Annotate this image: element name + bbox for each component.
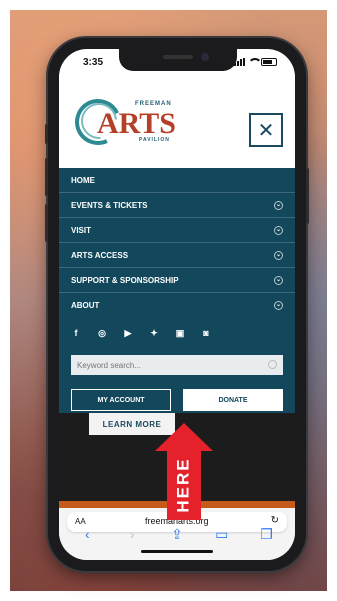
nav-menu: HOME EVENTS & TICKETS ⌄ VISIT ⌄ ARTS ACC… (59, 168, 295, 413)
nav-item-about[interactable]: ABOUT ⌄ (59, 293, 295, 318)
search-icon[interactable] (268, 360, 277, 369)
phone-screen: 3:35 FREEMAN ARTS PAVILION ✕ HOME EVENTS… (59, 49, 295, 560)
freeman-arts-logo[interactable]: FREEMAN ARTS PAVILION (68, 92, 195, 152)
logo-arts-text: ARTS (97, 107, 176, 140)
nav-item-label: SUPPORT & SPONSORSHIP (71, 276, 179, 285)
nav-item-home[interactable]: HOME (59, 168, 295, 193)
twitter-icon[interactable]: ✦ (149, 328, 159, 339)
nav-item-visit[interactable]: VISIT ⌄ (59, 218, 295, 243)
notch (119, 49, 237, 71)
tabs-icon[interactable]: ❐ (257, 526, 277, 543)
arrow-text-wrap: HERE (167, 450, 201, 520)
social-links: f ◎ ▶ ✦ ▣ ◙ (71, 328, 211, 339)
status-time: 3:35 (83, 57, 104, 68)
chevron-down-icon[interactable]: ⌄ (274, 251, 283, 260)
arrow-up-icon (155, 423, 213, 451)
nav-item-label: EVENTS & TICKETS (71, 201, 148, 210)
nav-item-label: ARTS ACCESS (71, 251, 129, 260)
logo-pavilion-text: PAVILION (139, 137, 170, 143)
search-input[interactable] (71, 355, 283, 375)
volume-down-button (45, 204, 48, 242)
forward-icon[interactable]: › (122, 526, 142, 542)
back-icon[interactable]: ‹ (77, 526, 97, 542)
youtube-icon[interactable]: ▶ (123, 328, 133, 339)
donate-button[interactable]: DONATE (183, 389, 283, 411)
chevron-down-icon[interactable]: ⌄ (274, 301, 283, 310)
nav-item-support-sponsorship[interactable]: SUPPORT & SPONSORSHIP ⌄ (59, 268, 295, 293)
home-indicator (141, 550, 213, 553)
nav-item-label: HOME (71, 176, 95, 185)
close-menu-button[interactable]: ✕ (249, 113, 283, 147)
nav-item-events-tickets[interactable]: EVENTS & TICKETS ⌄ (59, 193, 295, 218)
volume-up-button (45, 158, 48, 196)
share-icon[interactable]: ⇪ (167, 526, 187, 543)
wifi-icon (248, 58, 262, 66)
annotation-text: HERE (174, 457, 194, 513)
battery-icon (261, 58, 277, 66)
bookmarks-icon[interactable]: ▭ (212, 526, 232, 543)
mute-switch (45, 124, 48, 144)
flickr-icon[interactable]: ▣ (175, 328, 185, 339)
instagram-icon[interactable]: ◎ (97, 328, 107, 339)
here-arrow-annotation: HERE (155, 423, 213, 520)
facebook-icon[interactable]: f (71, 328, 81, 339)
phone-frame: 3:35 FREEMAN ARTS PAVILION ✕ HOME EVENTS… (45, 38, 309, 571)
power-button (306, 168, 309, 224)
my-account-button[interactable]: MY ACCOUNT (71, 389, 171, 411)
browser-toolbar: ‹ › ⇪ ▭ ❐ (59, 519, 295, 549)
site-header: FREEMAN ARTS PAVILION ✕ (59, 75, 295, 165)
spotify-icon[interactable]: ◙ (201, 328, 211, 339)
chevron-down-icon[interactable]: ⌄ (274, 276, 283, 285)
nav-item-label: ABOUT (71, 301, 100, 310)
close-icon: ✕ (257, 119, 275, 142)
chevron-down-icon[interactable]: ⌄ (274, 201, 283, 210)
nav-item-arts-access[interactable]: ARTS ACCESS ⌄ (59, 243, 295, 268)
nav-item-label: VISIT (71, 226, 92, 235)
chevron-down-icon[interactable]: ⌄ (274, 226, 283, 235)
